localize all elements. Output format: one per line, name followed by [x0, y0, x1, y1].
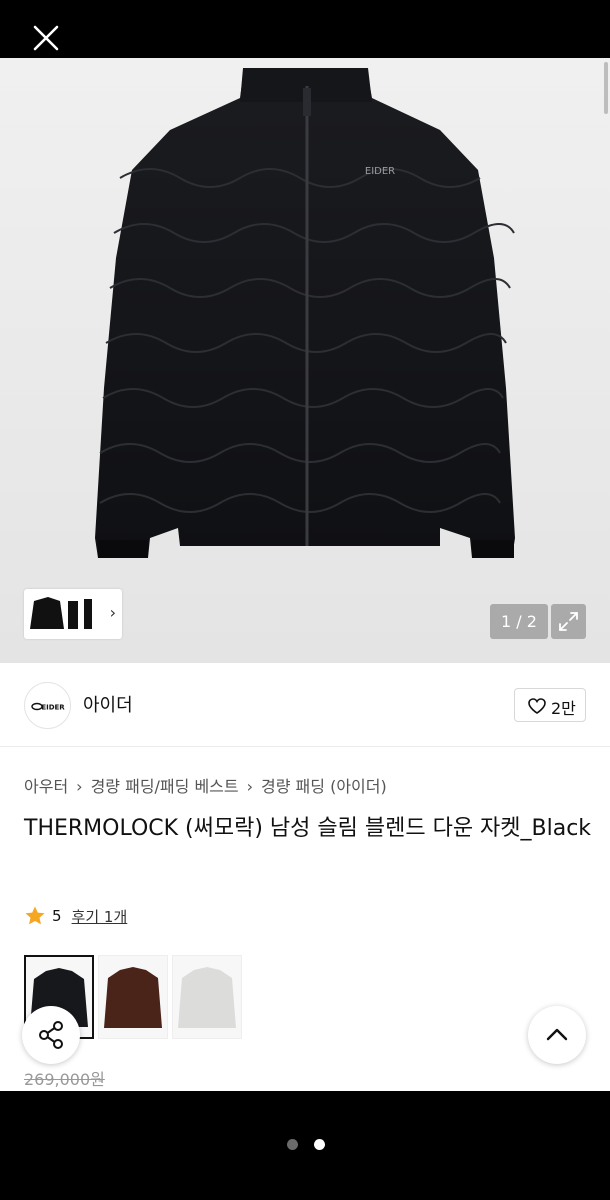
close-icon — [33, 25, 59, 51]
breadcrumb: 아우터 › 경량 패딩/패딩 베스트 › 경량 패딩 (아이더) — [24, 773, 387, 797]
product-title: THERMOLOCK (써모락) 남성 슬림 블렌드 다운 자켓_Black — [24, 816, 592, 841]
product-info: EIDER 아이더 2만 아우터 › 경량 패딩/패딩 베스트 › 경량 패딩 (아이더… — [0, 663, 610, 1091]
brand-name[interactable]: 아이더 — [83, 691, 133, 717]
product-image-gallery[interactable]: EIDER › 1 / 2 — [0, 58, 610, 663]
top-bar — [0, 0, 610, 58]
heart-icon — [528, 698, 546, 714]
share-button[interactable] — [22, 1006, 80, 1064]
swatch-brown[interactable] — [98, 955, 168, 1039]
like-button[interactable]: 2만 — [514, 688, 586, 722]
like-count: 2만 — [551, 699, 576, 718]
breadcrumb-item[interactable]: 아우터 — [24, 773, 68, 797]
thumbnail-strip[interactable]: › — [24, 589, 122, 639]
breadcrumb-item[interactable]: 경량 패딩/패딩 베스트 — [91, 773, 239, 797]
brand-logo-mark: EIDER — [31, 702, 65, 712]
brand-logo-text: EIDER — [41, 704, 65, 712]
rating[interactable]: 5 후기 1개 — [24, 904, 127, 928]
chevron-right-icon: › — [76, 777, 83, 796]
page-indicator — [287, 1139, 325, 1150]
review-link[interactable]: 후기 1개 — [72, 906, 128, 927]
breadcrumb-item[interactable]: 경량 패딩 (아이더) — [261, 773, 387, 797]
page-dot-active[interactable] — [314, 1139, 325, 1150]
star-icon — [25, 906, 45, 925]
chevron-right-icon[interactable]: › — [110, 603, 116, 622]
expand-button[interactable] — [551, 604, 586, 639]
swatch-ivory[interactable] — [172, 955, 242, 1039]
swatch-image — [99, 956, 167, 1038]
jacket-logo-text: EIDER — [365, 166, 395, 177]
brand-row[interactable]: EIDER 아이더 2만 — [0, 663, 610, 747]
scroll-top-button[interactable] — [528, 1006, 586, 1064]
rating-score: 5 — [52, 907, 62, 925]
scrollbar[interactable] — [604, 62, 608, 114]
chevron-right-icon: › — [246, 777, 254, 796]
swatch-image — [173, 956, 241, 1038]
chevron-up-icon — [546, 1028, 568, 1041]
share-icon — [39, 1021, 63, 1049]
brand-logo[interactable]: EIDER — [24, 682, 71, 729]
original-price: 269,000원 — [24, 1070, 105, 1089]
image-counter: 1 / 2 — [490, 604, 548, 639]
thumbnail-image — [30, 597, 92, 629]
page-dot[interactable] — [287, 1139, 298, 1150]
product-image: EIDER — [95, 68, 515, 558]
expand-icon — [559, 612, 578, 631]
